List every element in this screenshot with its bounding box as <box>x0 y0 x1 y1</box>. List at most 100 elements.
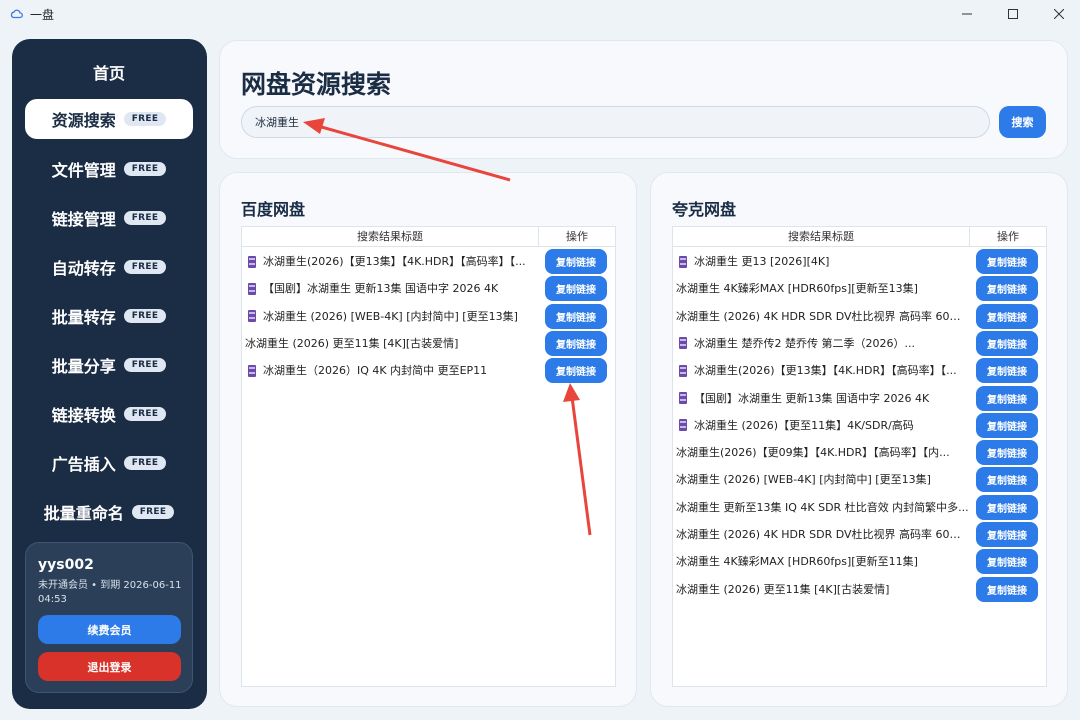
sidebar-item-home[interactable]: 首页 <box>25 52 193 92</box>
table-row: 【国剧】冰湖重生 更新13集 国语中字 2026 4K 复制链接 <box>673 385 1046 412</box>
result-title: 冰湖重生 (2026) [WEB-4K] [内封简中] [更至13集] <box>263 309 518 323</box>
result-title-cell: 冰湖重生 更13 [2026][4K] <box>676 248 969 275</box>
quark-results-panel: 夸克网盘 搜索结果标题 操作 冰湖重生 更13 [2026][4K] 复制链接 冰湖… <box>650 172 1068 707</box>
panel-title: 百度网盘 <box>241 200 306 219</box>
sidebar-item-link-management[interactable]: 链接管理 FREE <box>25 198 193 238</box>
table-row: 冰湖重生 (2026) 4K HDR SDR DV杜比视界 高码率 60帧 ..… <box>673 521 1046 548</box>
table-row: 冰湖重生 4K臻彩MAX [HDR60fps][更新至11集] 复制链接 <box>673 548 1046 575</box>
sidebar-item-auto-save[interactable]: 自动转存 FREE <box>25 247 193 287</box>
maximize-button[interactable] <box>990 0 1036 28</box>
copy-link-button[interactable]: 复制链接 <box>976 494 1038 520</box>
search-button[interactable]: 搜索 <box>999 106 1046 138</box>
result-title-cell: 【国剧】冰湖重生 更新13集 国语中字 2026 4K <box>676 385 969 412</box>
result-title-cell: 【国剧】冰湖重生 更新13集 国语中字 2026 4K <box>245 275 538 302</box>
result-title-cell: 冰湖重生 (2026) [WEB-4K] [内封简中] [更至13集] <box>676 466 969 493</box>
result-title: 冰湖重生(2026)【更09集】【4K.HDR】【高码率】【内... <box>676 446 950 460</box>
sidebar-item-batch-save[interactable]: 批量转存 FREE <box>25 296 193 336</box>
sidebar-item-link-convert[interactable]: 链接转换 FREE <box>25 394 193 434</box>
result-title-cell: 冰湖重生 (2026) 4K HDR SDR DV杜比视界 高码率 60帧 ..… <box>676 303 969 330</box>
film-icon <box>248 310 256 323</box>
result-title: 冰湖重生(2026)【更13集】【4K.HDR】【高码率】【... <box>263 255 526 268</box>
renew-membership-button[interactable]: 续费会员 <box>38 615 181 644</box>
minimize-icon <box>962 13 972 15</box>
copy-link-button[interactable]: 复制链接 <box>976 576 1038 602</box>
copy-link-button[interactable]: 复制链接 <box>976 549 1038 575</box>
sidebar-item-batch-share[interactable]: 批量分享 FREE <box>25 345 193 385</box>
copy-link-button[interactable]: 复制链接 <box>976 303 1038 329</box>
film-icon <box>679 392 687 404</box>
close-button[interactable] <box>1036 0 1080 28</box>
result-title-cell: 冰湖重生 (2026) 4K HDR SDR DV杜比视界 高码率 60帧 ..… <box>676 521 969 548</box>
copy-link-button[interactable]: 复制链接 <box>976 522 1038 547</box>
free-badge: FREE <box>123 358 167 372</box>
sidebar-item-label: 资源搜索 <box>51 111 116 130</box>
result-title-cell: 冰湖重生 (2026) 更至11集 [4K][古装爱情] <box>676 576 969 603</box>
logout-button[interactable]: 退出登录 <box>38 652 181 681</box>
result-title-cell: 冰湖重生(2026)【更09集】【4K.HDR】【高码率】【内... <box>676 439 969 466</box>
table-row: 冰湖重生 (2026) 更至11集 [4K][古装爱情] 复制链接 <box>673 576 1046 603</box>
column-header-title: 搜索结果标题 <box>242 227 539 247</box>
table-row: 冰湖重生(2026)【更13集】【4K.HDR】【高码率】【... 复制链接 <box>242 248 615 275</box>
copy-link-button[interactable]: 复制链接 <box>976 330 1038 356</box>
free-badge: FREE <box>123 211 167 225</box>
sidebar-item-label: 自动转存 <box>51 259 116 278</box>
table-row: 冰湖重生 (2026) 更至11集 [4K][古装爱情] 复制链接 <box>242 330 615 357</box>
free-badge: FREE <box>123 112 167 126</box>
copy-link-button[interactable]: 复制链接 <box>976 358 1038 384</box>
result-title-cell: 冰湖重生(2026)【更13集】【4K.HDR】【高码率】【... <box>676 357 969 384</box>
minimize-button[interactable] <box>944 0 990 28</box>
result-title: 【国剧】冰湖重生 更新13集 国语中字 2026 4K <box>263 282 499 296</box>
close-icon <box>1054 9 1064 19</box>
table-row: 冰湖重生 楚乔传2 楚乔传 第二季（2026）... 复制链接 <box>673 330 1046 357</box>
table-row: 冰湖重生 更13 [2026][4K] 复制链接 <box>673 248 1046 275</box>
result-title-cell: 冰湖重生 (2026)【更至11集】4K/SDR/高码 <box>676 412 969 439</box>
result-title-cell: 冰湖重生(2026)【更13集】【4K.HDR】【高码率】【... <box>245 248 538 275</box>
film-icon <box>248 255 256 268</box>
user-card: yys002 未开通会员 • 到期 2026-06-11 04:53 续费会员 … <box>25 542 193 693</box>
column-header-title: 搜索结果标题 <box>673 227 970 247</box>
result-title: 冰湖重生 (2026) [WEB-4K] [内封简中] [更至13集] <box>676 473 931 487</box>
sidebar-item-resource-search[interactable]: 资源搜索 FREE <box>25 99 193 139</box>
column-header-operation: 操作 <box>997 230 1019 243</box>
film-icon <box>679 419 687 432</box>
film-icon <box>679 337 687 350</box>
copy-link-button[interactable]: 复制链接 <box>976 385 1038 411</box>
result-title-cell: 冰湖重生 4K臻彩MAX [HDR60fps][更新至11集] <box>676 548 969 575</box>
panel-title: 夸克网盘 <box>672 200 737 219</box>
sidebar-item-label: 文件管理 <box>51 161 116 180</box>
result-title: 冰湖重生 4K臻彩MAX [HDR60fps][更新至13集] <box>676 282 918 296</box>
search-input[interactable] <box>241 106 990 138</box>
user-name: yys002 <box>38 557 94 573</box>
copy-link-button[interactable]: 复制链接 <box>976 440 1038 466</box>
sidebar-item-label: 批量转存 <box>51 308 116 327</box>
result-title: 冰湖重生 (2026) 4K HDR SDR DV杜比视界 高码率 60帧 ..… <box>676 528 969 541</box>
copy-link-button[interactable]: 复制链接 <box>545 358 607 384</box>
sidebar-item-batch-rename[interactable]: 批量重命名 FREE <box>25 492 193 532</box>
copy-link-button[interactable]: 复制链接 <box>976 249 1038 274</box>
table-row: 冰湖重生 (2026) [WEB-4K] [内封简中] [更至13集] 复制链接 <box>673 466 1046 493</box>
copy-link-button[interactable]: 复制链接 <box>976 276 1038 302</box>
sidebar: 首页 资源搜索 FREE 文件管理 FREE 链接管理 FREE 自动转存 FR… <box>12 39 207 709</box>
sidebar-item-label: 批量分享 <box>51 357 116 376</box>
result-title: 冰湖重生 (2026) 更至11集 [4K][古装爱情] <box>676 582 890 596</box>
free-badge: FREE <box>131 505 175 519</box>
copy-link-button[interactable]: 复制链接 <box>545 276 607 302</box>
cloud-icon <box>10 9 23 19</box>
table-row: 冰湖重生(2026)【更09集】【4K.HDR】【高码率】【内... 复制链接 <box>673 439 1046 466</box>
table-row: 冰湖重生 (2026)【更至11集】4K/SDR/高码 复制链接 <box>673 412 1046 439</box>
copy-link-button[interactable]: 复制链接 <box>545 303 607 329</box>
copy-link-button[interactable]: 复制链接 <box>545 330 607 356</box>
sidebar-item-file-management[interactable]: 文件管理 FREE <box>25 149 193 189</box>
free-badge: FREE <box>123 407 167 421</box>
copy-link-button[interactable]: 复制链接 <box>976 412 1038 438</box>
copy-link-button[interactable]: 复制链接 <box>545 249 607 274</box>
membership-status: 未开通会员 • 到期 2026-06-11 04:53 <box>38 580 182 605</box>
result-title: 冰湖重生 (2026)【更至11集】4K/SDR/高码 <box>694 418 914 432</box>
copy-link-button[interactable]: 复制链接 <box>976 467 1038 493</box>
sidebar-item-label: 首页 <box>92 64 125 83</box>
film-icon <box>679 255 687 268</box>
film-icon <box>248 364 256 377</box>
sidebar-item-ad-insert[interactable]: 广告插入 FREE <box>25 443 193 483</box>
sidebar-item-label: 链接转换 <box>51 406 116 425</box>
result-title: 冰湖重生 更新至13集 IQ 4K SDR 杜比音效 内封简繁中多... <box>676 500 969 514</box>
